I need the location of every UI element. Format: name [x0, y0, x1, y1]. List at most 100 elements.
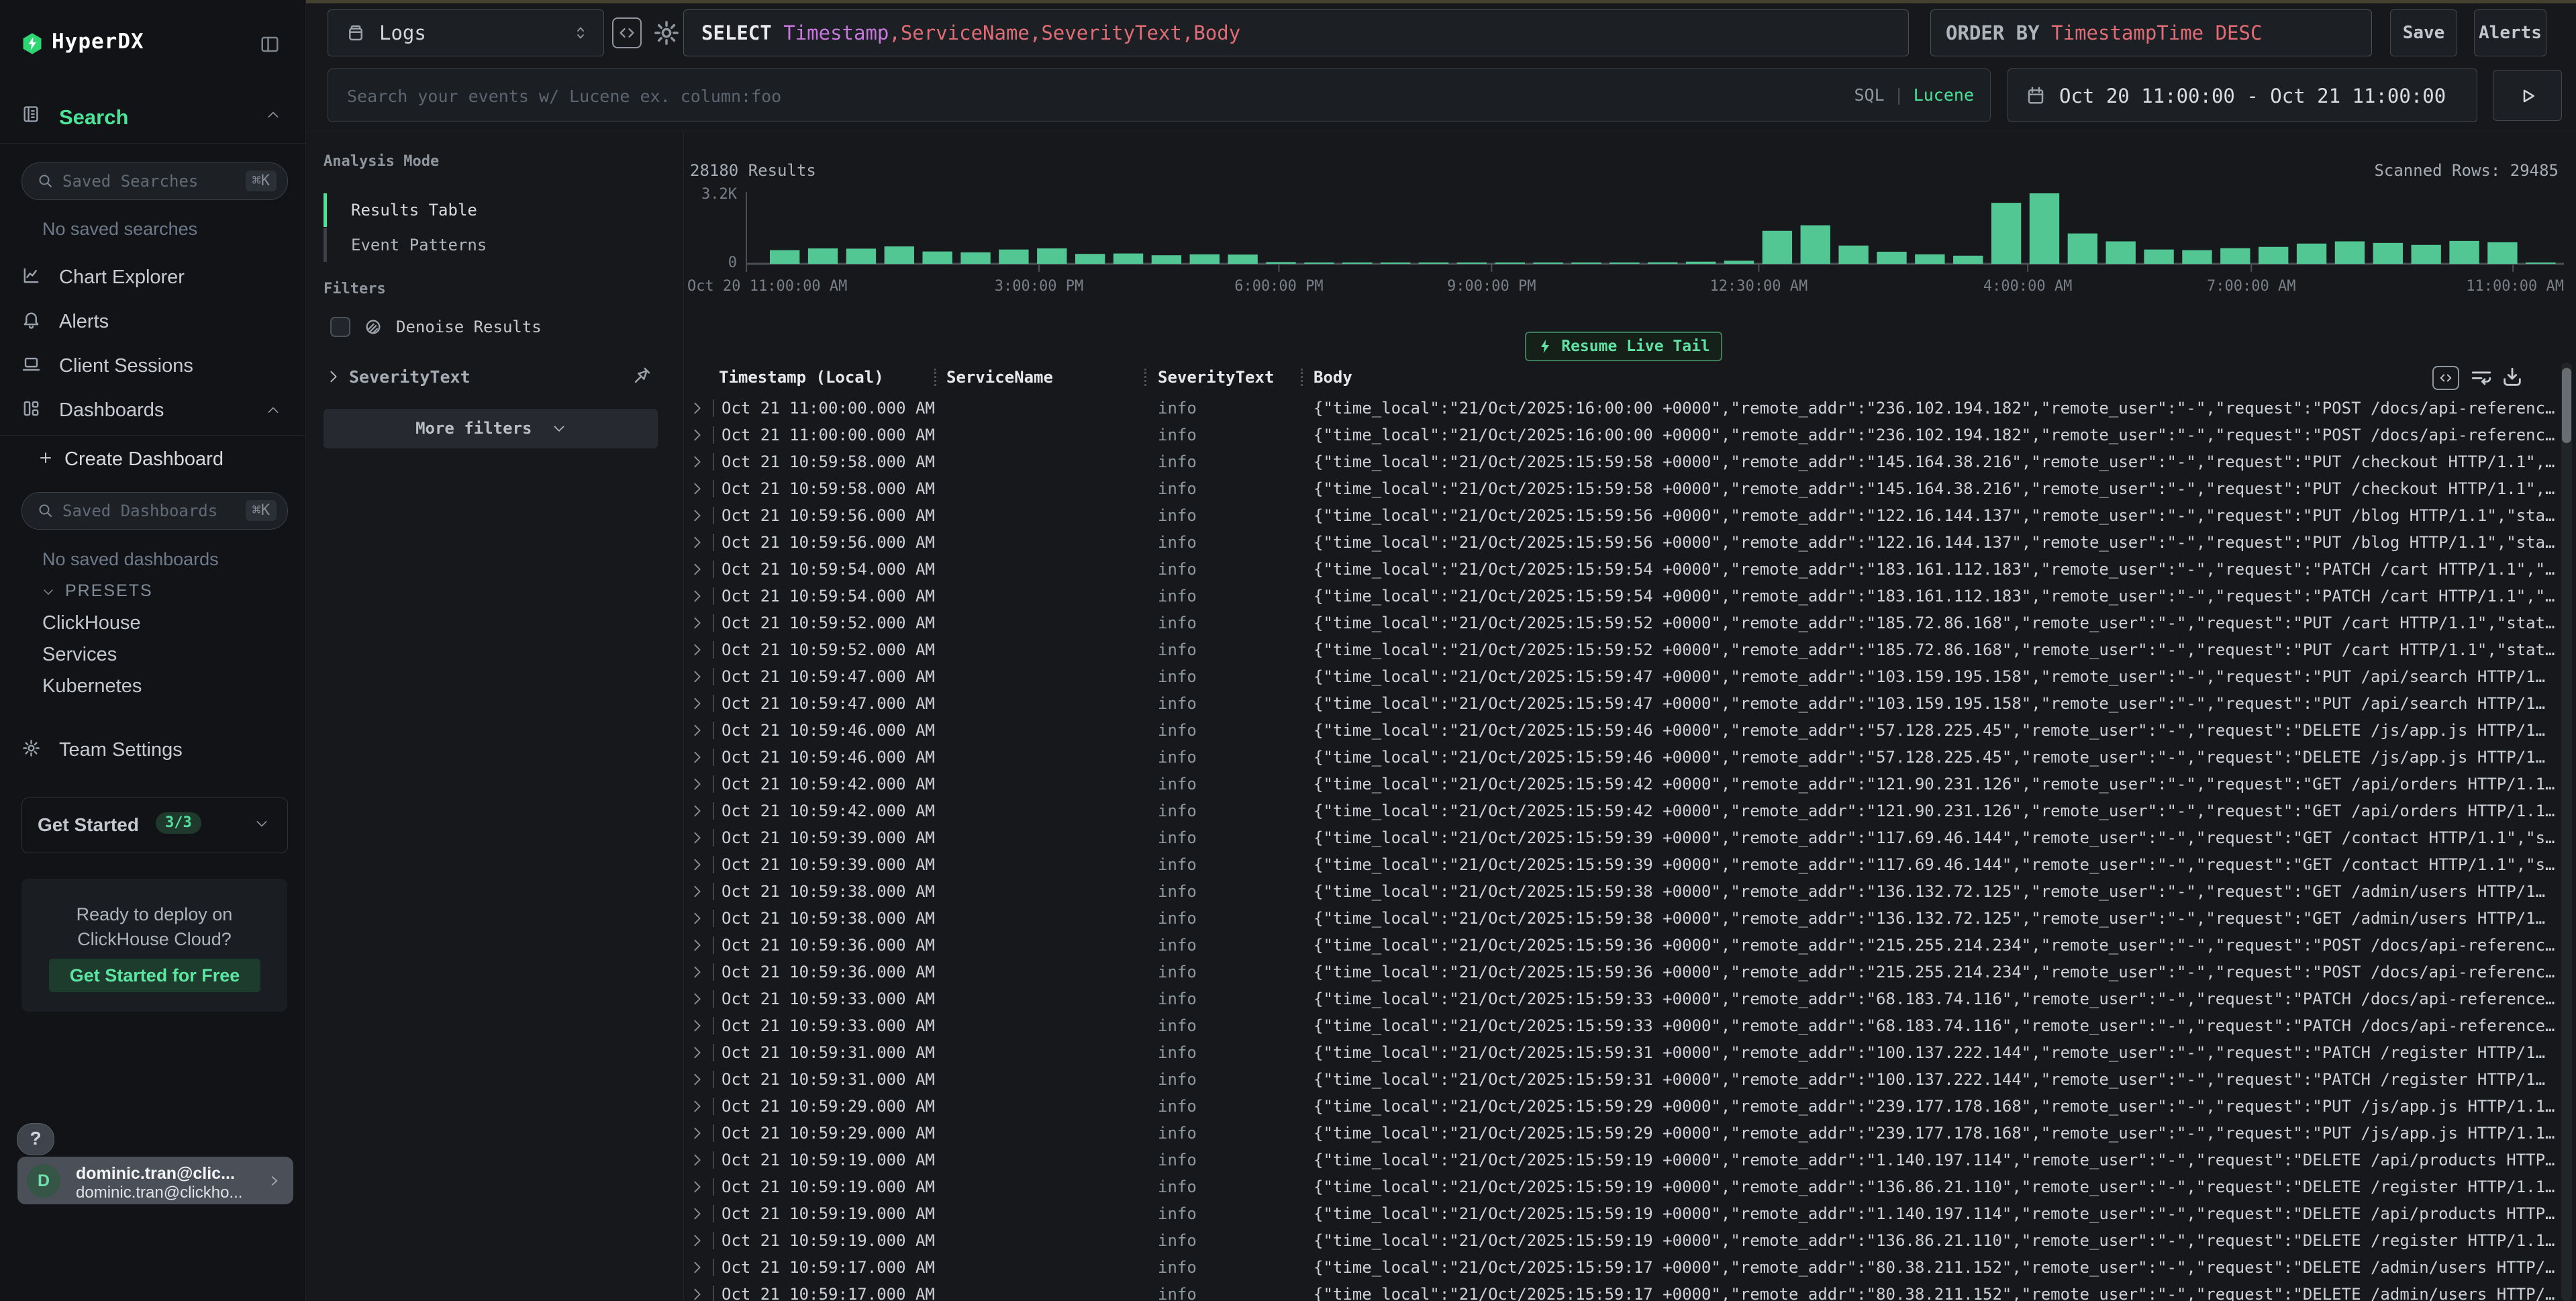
- log-row[interactable]: Oct 21 10:59:17.000 AM info {"time_local…: [0, 1254, 2576, 1281]
- log-row[interactable]: Oct 21 10:59:47.000 AM info {"time_local…: [0, 663, 2576, 690]
- log-row[interactable]: Oct 21 10:59:29.000 AM info {"time_local…: [0, 1120, 2576, 1147]
- expand-chevron-icon[interactable]: [691, 481, 703, 496]
- sidebar-collapse-icon[interactable]: [259, 34, 281, 54]
- log-row[interactable]: Oct 21 10:59:33.000 AM info {"time_local…: [0, 985, 2576, 1012]
- expand-chevron-icon[interactable]: [691, 750, 703, 765]
- expand-chevron-icon[interactable]: [691, 589, 703, 604]
- expand-chevron-icon[interactable]: [691, 508, 703, 523]
- column-separator[interactable]: [1144, 369, 1146, 386]
- expand-chevron-icon[interactable]: [691, 1072, 703, 1087]
- expand-chevron-icon[interactable]: [691, 723, 703, 738]
- severity-filter-group[interactable]: SeverityText: [328, 363, 659, 392]
- log-row[interactable]: Oct 21 11:00:00.000 AM info {"time_local…: [0, 395, 2576, 422]
- expand-chevron-icon[interactable]: [691, 804, 703, 818]
- col-body[interactable]: Body: [1314, 368, 1352, 387]
- expand-chevron-icon[interactable]: [691, 938, 703, 953]
- log-row[interactable]: Oct 21 10:59:38.000 AM info {"time_local…: [0, 878, 2576, 905]
- expand-chevron-icon[interactable]: [691, 1099, 703, 1114]
- expand-chevron-icon[interactable]: [691, 857, 703, 872]
- download-icon[interactable]: [2501, 366, 2524, 389]
- log-row[interactable]: Oct 21 10:59:58.000 AM info {"time_local…: [0, 448, 2576, 475]
- log-row[interactable]: Oct 21 10:59:31.000 AM info {"time_local…: [0, 1039, 2576, 1066]
- denoise-checkbox[interactable]: [330, 317, 350, 337]
- select-clause-input[interactable]: SELECT Timestamp,ServiceName,SeverityTex…: [683, 9, 1909, 56]
- query-language-toggle[interactable]: SQL|Lucene: [1854, 69, 1974, 122]
- log-row[interactable]: Oct 21 10:59:46.000 AM info {"time_local…: [0, 744, 2576, 771]
- saved-searches-input[interactable]: [61, 163, 232, 199]
- expand-chevron-icon[interactable]: [691, 696, 703, 711]
- log-row[interactable]: Oct 21 10:59:52.000 AM info {"time_local…: [0, 636, 2576, 663]
- log-row[interactable]: Oct 21 10:59:33.000 AM info {"time_local…: [0, 1012, 2576, 1039]
- column-separator[interactable]: [934, 369, 936, 386]
- source-select[interactable]: Logs: [328, 9, 604, 56]
- log-row[interactable]: Oct 21 10:59:19.000 AM info {"time_local…: [0, 1173, 2576, 1200]
- search-section-header[interactable]: Search: [0, 88, 305, 144]
- col-servicename[interactable]: ServiceName: [946, 368, 1053, 387]
- text-wrap-icon[interactable]: [2470, 366, 2493, 389]
- source-settings-gear-icon[interactable]: [652, 18, 681, 48]
- log-row[interactable]: Oct 21 10:59:19.000 AM info {"time_local…: [0, 1200, 2576, 1227]
- expand-chevron-icon[interactable]: [691, 992, 703, 1006]
- col-timestamp[interactable]: Timestamp (Local): [719, 368, 884, 387]
- expand-chevron-icon[interactable]: [691, 1018, 703, 1033]
- log-row[interactable]: Oct 21 10:59:47.000 AM info {"time_local…: [0, 690, 2576, 717]
- orderby-clause-input[interactable]: ORDER BY TimestampTime DESC: [1930, 9, 2372, 56]
- expand-chevron-icon[interactable]: [691, 428, 703, 442]
- log-row[interactable]: Oct 21 10:59:39.000 AM info {"time_local…: [0, 824, 2576, 851]
- expand-chevron-icon[interactable]: [691, 830, 703, 845]
- expand-chevron-icon[interactable]: [691, 535, 703, 550]
- expand-chevron-icon[interactable]: [691, 1287, 703, 1301]
- expand-chevron-icon[interactable]: [691, 401, 703, 416]
- log-row[interactable]: Oct 21 10:59:19.000 AM info {"time_local…: [0, 1147, 2576, 1173]
- col-severitytext[interactable]: SeverityText: [1158, 368, 1274, 387]
- expand-chevron-icon[interactable]: [691, 1126, 703, 1141]
- expand-chevron-icon[interactable]: [691, 777, 703, 791]
- log-row[interactable]: Oct 21 10:59:19.000 AM info {"time_local…: [0, 1227, 2576, 1254]
- expand-chevron-icon[interactable]: [691, 1045, 703, 1060]
- sidebar-item-chart-explorer[interactable]: Chart Explorer: [0, 258, 305, 295]
- sidebar-item-client-sessions[interactable]: Client Sessions: [0, 346, 305, 384]
- save-button[interactable]: Save: [2390, 9, 2457, 56]
- expand-chevron-icon[interactable]: [691, 1206, 703, 1221]
- expand-chevron-icon[interactable]: [691, 1233, 703, 1248]
- sidebar-item-alerts[interactable]: Alerts: [0, 302, 305, 340]
- denoise-results-option[interactable]: Denoise Results: [330, 317, 542, 337]
- event-search-input[interactable]: [346, 69, 1812, 123]
- pin-icon[interactable]: [632, 365, 652, 385]
- log-row[interactable]: Oct 21 10:59:54.000 AM info {"time_local…: [0, 583, 2576, 610]
- log-row[interactable]: Oct 21 10:59:46.000 AM info {"time_local…: [0, 717, 2576, 744]
- alerts-button[interactable]: Alerts: [2474, 9, 2546, 56]
- column-separator[interactable]: [1301, 369, 1303, 386]
- expand-chevron-icon[interactable]: [691, 454, 703, 469]
- mode-event-patterns[interactable]: Event Patterns: [324, 228, 646, 262]
- run-query-button[interactable]: [2493, 70, 2562, 121]
- log-row[interactable]: Oct 21 10:59:52.000 AM info {"time_local…: [0, 610, 2576, 636]
- expand-chevron-icon[interactable]: [691, 1179, 703, 1194]
- log-row[interactable]: Oct 21 10:59:36.000 AM info {"time_local…: [0, 959, 2576, 985]
- log-row[interactable]: Oct 21 10:59:58.000 AM info {"time_local…: [0, 475, 2576, 502]
- log-row[interactable]: Oct 21 10:59:54.000 AM info {"time_local…: [0, 556, 2576, 583]
- expand-chevron-icon[interactable]: [691, 669, 703, 684]
- raw-mode-icon[interactable]: [2432, 366, 2459, 390]
- log-row[interactable]: Oct 21 10:59:31.000 AM info {"time_local…: [0, 1066, 2576, 1093]
- log-row[interactable]: Oct 21 10:59:56.000 AM info {"time_local…: [0, 529, 2576, 556]
- log-row[interactable]: Oct 21 10:59:17.000 AM info {"time_local…: [0, 1281, 2576, 1301]
- sql-toggle[interactable]: SQL: [1854, 85, 1884, 105]
- log-row[interactable]: Oct 21 10:59:42.000 AM info {"time_local…: [0, 798, 2576, 824]
- log-row[interactable]: Oct 21 10:59:42.000 AM info {"time_local…: [0, 771, 2576, 798]
- scrollbar-thumb[interactable]: [2562, 368, 2571, 443]
- expand-chevron-icon[interactable]: [691, 884, 703, 899]
- resume-live-tail-button[interactable]: Resume Live Tail: [1525, 332, 1722, 361]
- expand-chevron-icon[interactable]: [691, 1260, 703, 1275]
- log-row[interactable]: Oct 21 10:59:56.000 AM info {"time_local…: [0, 502, 2576, 529]
- mode-results-table[interactable]: Results Table: [324, 193, 646, 227]
- expand-chevron-icon[interactable]: [691, 1153, 703, 1167]
- expand-chevron-icon[interactable]: [691, 616, 703, 630]
- code-view-icon[interactable]: [612, 17, 642, 48]
- date-range-picker[interactable]: Oct 20 11:00:00 - Oct 21 11:00:00: [2008, 68, 2477, 122]
- log-row[interactable]: Oct 21 10:59:36.000 AM info {"time_local…: [0, 932, 2576, 959]
- expand-chevron-icon[interactable]: [691, 911, 703, 926]
- expand-chevron-icon[interactable]: [691, 562, 703, 577]
- log-row[interactable]: Oct 21 10:59:38.000 AM info {"time_local…: [0, 905, 2576, 932]
- expand-chevron-icon[interactable]: [691, 965, 703, 979]
